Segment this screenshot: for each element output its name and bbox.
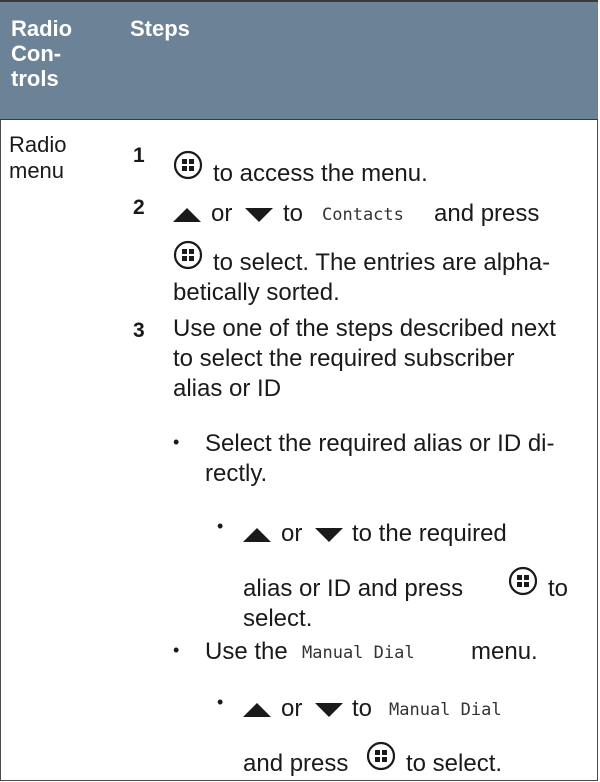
header-radio-controls: Radio Con- trols bbox=[11, 16, 106, 91]
bullet: • bbox=[173, 432, 180, 452]
arrow-up-icon bbox=[243, 703, 271, 722]
option-text: rectly. bbox=[205, 460, 268, 487]
header-line: trols bbox=[11, 66, 59, 91]
step-text: betically sorted. bbox=[173, 279, 340, 306]
menu-item-manual-dial: Manual Dial bbox=[389, 700, 502, 720]
option-text: to bbox=[548, 575, 569, 602]
option-text: select. bbox=[243, 605, 313, 632]
arrow-up-icon bbox=[173, 208, 201, 227]
step-number: 2 bbox=[133, 196, 145, 219]
option-text: menu. bbox=[471, 638, 538, 665]
option-text: to bbox=[352, 695, 373, 722]
bullet: • bbox=[173, 640, 180, 660]
step-number: 3 bbox=[133, 319, 145, 342]
menu-ok-button-icon bbox=[173, 240, 203, 275]
step-text-or: or bbox=[211, 200, 233, 227]
step-text: alias or ID bbox=[173, 375, 282, 402]
step-text: Use one of the steps described next bbox=[173, 315, 556, 342]
step-text-to: to bbox=[283, 200, 304, 227]
step-text: to select the required subscriber bbox=[173, 345, 515, 372]
option-text-or: or bbox=[281, 520, 303, 547]
menu-item-manual-dial: Manual Dial bbox=[302, 643, 415, 663]
step-number: 1 bbox=[133, 144, 145, 167]
table-header: Radio Con- trols Steps bbox=[0, 2, 598, 120]
option-text-or: or bbox=[281, 695, 303, 722]
header-steps: Steps bbox=[130, 16, 190, 41]
menu-ok-button-icon bbox=[173, 150, 203, 185]
option-text: to select. bbox=[406, 750, 503, 777]
option-text: to the required bbox=[352, 520, 507, 547]
arrow-up-icon bbox=[243, 528, 271, 547]
menu-item-contacts: Contacts bbox=[322, 205, 404, 225]
arrow-down-icon bbox=[315, 703, 343, 722]
bullet: • bbox=[217, 516, 224, 536]
control-line: menu bbox=[9, 158, 65, 183]
menu-ok-button-icon bbox=[508, 566, 538, 601]
option-text: Select the required alias or ID di- bbox=[205, 430, 555, 457]
option-text: Use the bbox=[205, 638, 288, 665]
control-name: Radio menu bbox=[9, 132, 66, 184]
step-text: to select. The entries are alpha- bbox=[213, 249, 551, 276]
header-line: Con- bbox=[11, 41, 62, 66]
option-text: and press bbox=[243, 750, 349, 777]
step-text-press: and press bbox=[434, 200, 540, 227]
arrow-down-icon bbox=[315, 528, 343, 547]
step-text: to access the menu. bbox=[213, 160, 428, 187]
header-line: Radio bbox=[11, 16, 73, 41]
control-line: Radio bbox=[9, 132, 67, 157]
option-text: alias or ID and press bbox=[243, 575, 464, 602]
menu-ok-button-icon bbox=[366, 741, 396, 776]
arrow-down-icon bbox=[245, 208, 273, 227]
bullet: • bbox=[217, 692, 224, 712]
